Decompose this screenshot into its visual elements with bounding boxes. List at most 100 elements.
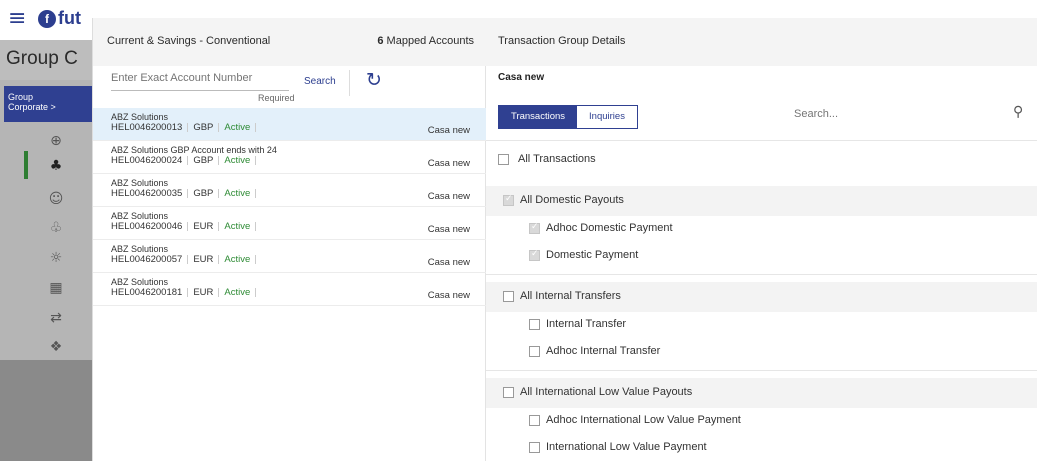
mapped-count-label: Mapped Accounts [386,35,474,47]
tab-bar: Transactions Inquiries [498,105,638,129]
account-meta: HEL0046200057 EUR Active [111,254,468,266]
accounts-pane: Current & Savings - Conventional 6 Mapped… [93,18,486,461]
account-number: HEL0046200057 [111,254,183,265]
account-status: Active [224,221,251,232]
account-meta: HEL0046200035 GBP Active [111,188,468,200]
account-name: ABZ Solutions GBP Account ends with 24 [111,145,277,155]
account-row[interactable]: ABZ Solutions HEL0046200057 EUR Active Casa … [93,240,486,273]
account-status: Active [224,287,251,298]
account-currency: GBP [193,122,214,133]
internal-group-checkbox[interactable] [503,291,514,302]
transfer-icon[interactable]: ⇄ [46,308,66,328]
account-status: Active [224,254,251,265]
settings-icon[interactable]: ☼ [46,248,66,268]
account-currency: GBP [193,155,214,166]
accounts-pane-header: Current & Savings - Conventional 6 Mapped… [93,18,486,66]
domestic-group-row: All Domestic Payouts [486,186,1037,216]
account-number: HEL0046200181 [111,287,183,298]
transaction-search-input[interactable] [794,108,874,120]
account-status: Active [224,155,251,166]
meta-separator [187,287,189,297]
adhoc-internal-checkbox[interactable] [529,346,540,357]
account-input-underline [111,90,289,91]
account-row[interactable]: ABZ Solutions HEL0046200046 EUR Active Casa … [93,207,486,240]
account-meta: HEL0046200013 GBP Active [111,122,468,134]
meta-separator [187,254,189,264]
required-label: Required [258,93,295,103]
calculator-icon[interactable]: ▦ [46,278,66,298]
account-name: ABZ Solutions [111,277,169,287]
side-nav-active-indicator [24,151,28,179]
brand-text: fut [58,8,81,28]
account-number: HEL0046200035 [111,188,183,199]
background-overlay [0,360,92,461]
account-group: Casa new [427,125,470,136]
meta-separator [187,188,189,198]
internal-transfer-checkbox[interactable] [529,319,540,330]
international-group-row: All International Low Value Payouts [486,378,1037,408]
account-number-input[interactable] [111,72,301,84]
account-row[interactable]: ABZ Solutions HEL0046200035 GBP Active Casa … [93,174,486,207]
domestic-group-label: All Domestic Payouts [520,194,624,206]
meta-separator [187,155,189,165]
account-status: Active [224,188,251,199]
group-icon[interactable]: ♧ [46,218,66,238]
account-number: HEL0046200024 [111,155,183,166]
refresh-icon[interactable]: ↻ [363,69,385,91]
domestic-group-checkbox[interactable] [503,194,514,206]
brand-logo: f fut [38,8,81,29]
side-nav-label-2: Corporate > [8,102,56,112]
account-name: ABZ Solutions [111,178,169,188]
tab-inquiries[interactable]: Inquiries [577,106,637,128]
meta-separator [255,287,257,297]
meta-separator [255,254,257,264]
side-nav-group-corporate[interactable]: Group Corporate > [4,86,92,122]
puzzle-icon[interactable]: ❖ [46,337,66,357]
internal-item-row: Adhoc Internal Transfer [486,337,1037,367]
account-number: HEL0046200013 [111,122,183,133]
divider [486,370,1037,371]
account-group: Casa new [427,158,470,169]
divider [486,140,1037,141]
hamburger-menu-icon[interactable]: ≡ [8,8,26,30]
account-search-area: Required Search ↻ [93,66,486,108]
international-item-row: Adhoc International Low Value Payment [486,406,1037,436]
meta-separator [218,254,220,264]
account-currency: EUR [193,287,214,298]
meta-separator [218,221,220,231]
account-status: Active [224,122,251,133]
adhoc-domestic-checkbox[interactable] [529,222,540,234]
all-transactions-label: All Transactions [518,153,596,165]
account-row[interactable]: ABZ Solutions GBP Account ends with 24 HE… [93,141,486,174]
page-title: Group C [6,48,78,69]
accounts-pane-title: Current & Savings - Conventional [107,35,271,47]
side-nav-label-1: Group [8,92,34,102]
account-row[interactable]: ABZ Solutions HEL0046200181 EUR Active Casa … [93,273,486,306]
adhoc-international-checkbox[interactable] [529,415,540,426]
all-transactions-checkbox[interactable] [498,154,509,165]
domestic-item-row: Domestic Payment [486,241,1037,271]
group-name: Casa new [498,72,545,83]
meta-separator [218,188,220,198]
users-icon[interactable]: ♣ [46,156,66,176]
domestic-payment-label: Domestic Payment [546,249,639,261]
tab-transactions[interactable]: Transactions [499,106,578,128]
globe-icon[interactable]: ⊕ [46,131,66,151]
transaction-group-header: Transaction Group Details [486,18,1037,66]
meta-separator [255,122,257,132]
account-row[interactable]: ABZ Solutions HEL0046200013 GBP Active Casa … [93,108,486,141]
account-list: ABZ Solutions HEL0046200013 GBP Active Casa … [93,108,486,306]
account-meta: HEL0046200024 GBP Active [111,155,468,167]
domestic-payment-checkbox[interactable] [529,249,540,261]
international-group-checkbox[interactable] [503,387,514,398]
meta-separator [255,188,257,198]
international-payment-checkbox[interactable] [529,442,540,453]
search-button[interactable]: Search [304,76,336,87]
mapped-accounts-count: 6 Mapped Accounts [377,35,474,47]
account-group: Casa new [427,224,470,235]
meta-separator [255,221,257,231]
user-badge-icon[interactable]: ☺ [46,189,66,209]
search-icon[interactable]: ⚲ [1013,104,1023,120]
meta-separator [187,221,189,231]
account-currency: GBP [193,188,214,199]
